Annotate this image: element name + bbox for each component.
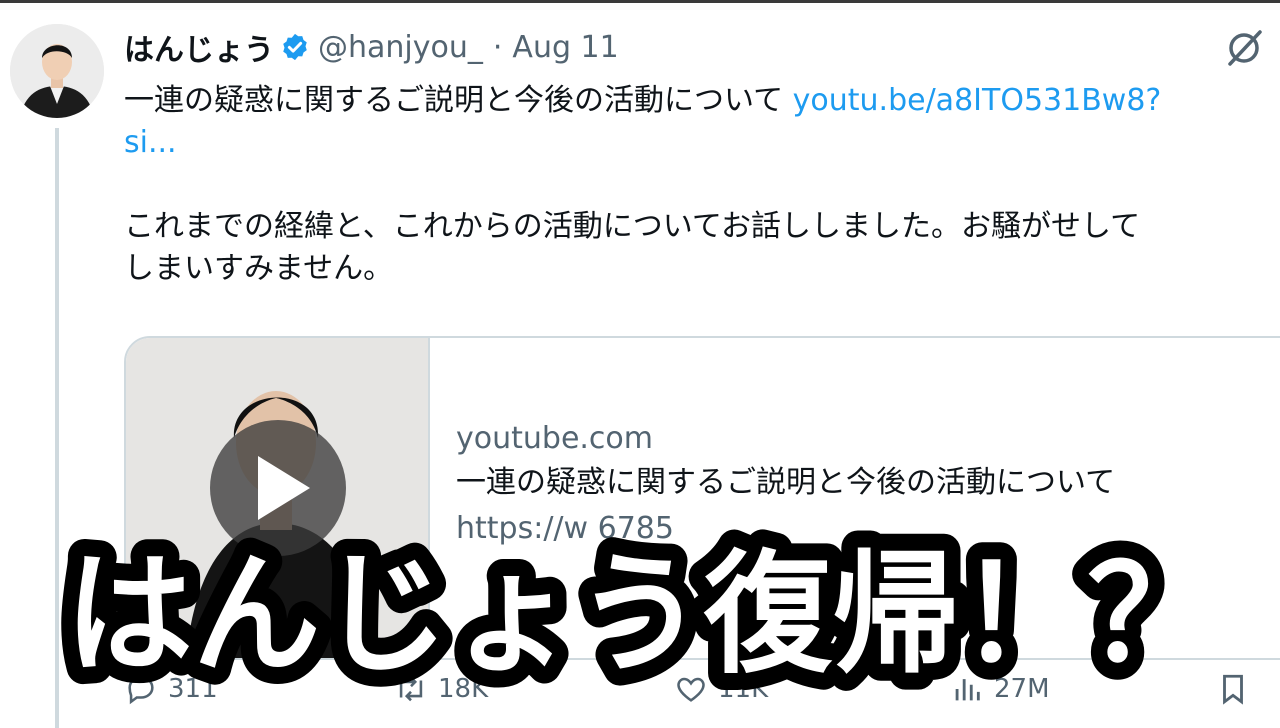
author-name[interactable]: はんじょう bbox=[124, 25, 274, 69]
top-divider bbox=[0, 0, 1280, 3]
retweet-count: 18K bbox=[438, 674, 489, 704]
tweet-date[interactable]: Aug 11 bbox=[512, 30, 618, 65]
thread-line bbox=[55, 128, 59, 728]
card-domain: youtube.com bbox=[456, 421, 654, 456]
views-count: 27M bbox=[994, 674, 1050, 704]
like-action[interactable]: 11K bbox=[674, 672, 768, 706]
retweet-icon bbox=[399, 676, 423, 702]
card-info: youtube.com 一連の疑惑に関するご説明と今後の活動について https… bbox=[456, 418, 1280, 552]
tweet-actions: 311 18K 11K 27M bbox=[124, 672, 1280, 720]
tweet-text-line-1: 一連の疑惑に関するご説明と今後の活動について youtu.be/a8ITO531… bbox=[124, 80, 1280, 122]
tweet-link[interactable]: youtu.be/a8ITO531Bw8? bbox=[793, 83, 1162, 118]
reply-count: 311 bbox=[168, 674, 218, 704]
reply-icon bbox=[128, 676, 154, 705]
bookmark-action[interactable] bbox=[1216, 672, 1250, 706]
tweet-text-line-4: しまいすみません。 bbox=[124, 251, 394, 286]
bookmark-icon bbox=[1223, 674, 1243, 705]
tweet-text-title: 一連の疑惑に関するご説明と今後の活動について bbox=[124, 83, 793, 118]
like-count: 11K bbox=[718, 674, 769, 704]
tweet-text: 一連の疑惑に関するご説明と今後の活動について youtu.be/a8ITO531… bbox=[124, 80, 1280, 290]
separator-dot: · bbox=[492, 29, 503, 65]
tweet-header: はんじょう @hanjyou_ · Aug 11 bbox=[124, 24, 619, 70]
like-icon bbox=[677, 677, 705, 702]
card-title: 一連の疑惑に関するご説明と今後の活動について bbox=[456, 465, 1116, 500]
views-icon bbox=[955, 679, 980, 701]
tweet-link-continued[interactable]: si... bbox=[124, 122, 1280, 164]
video-thumbnail[interactable] bbox=[126, 338, 430, 658]
tweet-text-line-3: これまでの経緯と、これからの活動についてお話ししました。お騒がせして bbox=[124, 209, 1141, 244]
verified-badge-icon bbox=[283, 33, 307, 61]
card-url: https://w 6785 bbox=[456, 511, 674, 546]
reply-action[interactable]: 311 bbox=[124, 672, 218, 706]
author-handle[interactable]: @hanjyou_ bbox=[318, 30, 483, 65]
views-action[interactable]: 27M bbox=[950, 672, 1050, 706]
link-preview-card[interactable]: youtube.com 一連の疑惑に関するご説明と今後の活動について https… bbox=[124, 336, 1280, 660]
retweet-action[interactable]: 18K bbox=[394, 672, 488, 706]
grok-icon[interactable] bbox=[1222, 26, 1266, 70]
avatar[interactable] bbox=[10, 24, 104, 118]
